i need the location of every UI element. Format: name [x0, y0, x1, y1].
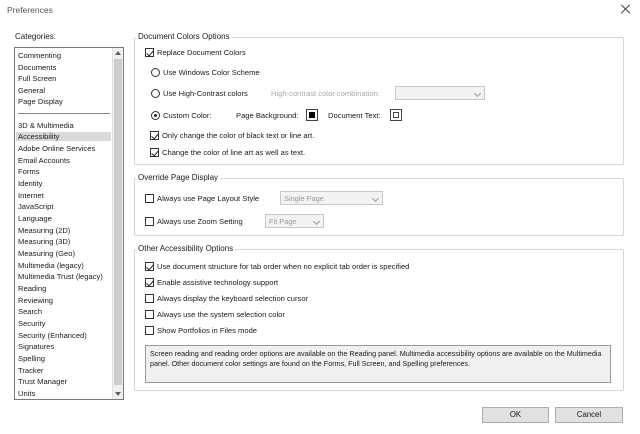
other-accessibility-title: Other Accessibility Options [136, 244, 236, 253]
category-item-multimedia-trust-legacy[interactable]: Multimedia Trust (legacy) [18, 272, 103, 281]
override-page-display-title: Override Page Display [136, 173, 221, 182]
category-item-units[interactable]: Units [18, 389, 35, 398]
high-contrast-combo-label: High-contrast color combination: [271, 89, 380, 98]
category-item-page-display[interactable]: Page Display [18, 97, 63, 106]
page-background-label: Page Background: [236, 111, 299, 120]
tab-order-label: Use document structure for tab order whe… [157, 262, 410, 271]
windows-color-scheme-label: Use Windows Color Scheme [163, 68, 260, 77]
category-item-identity[interactable]: Identity [18, 179, 42, 188]
high-contrast-label: Use High-Contrast colors [163, 89, 248, 98]
page-layout-select[interactable]: Single Page [280, 191, 383, 205]
tab-order-checkbox[interactable] [145, 262, 154, 271]
keyboard-cursor-label: Always display the keyboard selection cu… [157, 294, 309, 303]
document-colors-title: Document Colors Options [136, 32, 232, 41]
zoom-select[interactable]: Fit Page [265, 214, 324, 228]
category-item-adobe-online-services[interactable]: Adobe Online Services [18, 144, 95, 153]
categories-list[interactable]: Commenting Documents Full Screen General… [14, 47, 124, 400]
portfolios-files-mode-label: Show Portfolios in Files mode [157, 326, 258, 335]
category-item-email-accounts[interactable]: Email Accounts [18, 156, 70, 165]
cancel-button[interactable]: Cancel [555, 407, 623, 423]
category-item-security[interactable]: Security [18, 319, 45, 328]
zoom-checkbox[interactable] [145, 217, 154, 226]
page-layout-label: Always use Page Layout Style [157, 194, 260, 203]
document-text-label: Document Text: [328, 111, 381, 120]
category-item-signatures[interactable]: Signatures [18, 342, 54, 351]
category-item-documents[interactable]: Documents [18, 63, 56, 72]
scroll-up-icon[interactable] [115, 51, 121, 55]
category-item-forms[interactable]: Forms [18, 167, 40, 176]
system-selection-color-checkbox[interactable] [145, 310, 154, 319]
category-item-measuring-2d[interactable]: Measuring (2D) [18, 226, 70, 235]
category-item-measuring-geo[interactable]: Measuring (Geo) [18, 249, 75, 258]
custom-color-label: Custom Color: [163, 111, 212, 120]
zoom-label: Always use Zoom Setting [157, 217, 243, 226]
system-selection-color-label: Always use the system selection color [157, 310, 285, 319]
category-item-multimedia-legacy[interactable]: Multimedia (legacy) [18, 261, 84, 270]
category-item-commenting[interactable]: Commenting [18, 51, 61, 60]
scroll-down-icon[interactable] [115, 392, 121, 396]
category-separator [18, 113, 110, 114]
override-page-display-group [134, 178, 624, 236]
category-item-internet[interactable]: Internet [18, 191, 44, 200]
replace-document-colors-checkbox[interactable] [145, 48, 154, 57]
category-item-trust-manager[interactable]: Trust Manager [18, 377, 67, 386]
category-item-javascript[interactable]: JavaScript [18, 202, 53, 211]
close-icon[interactable] [620, 3, 632, 15]
categories-label: Categories: [15, 32, 56, 41]
category-item-reviewing[interactable]: Reviewing [18, 296, 53, 305]
ok-button[interactable]: OK [482, 407, 549, 423]
line-art-checkbox[interactable] [150, 148, 159, 157]
only-black-text-checkbox[interactable] [150, 131, 159, 140]
document-text-swatch[interactable] [390, 109, 402, 121]
category-item-search[interactable]: Search [18, 307, 42, 316]
scroll-thumb[interactable] [114, 59, 122, 385]
category-item-accessibility[interactable]: Accessibility [16, 132, 111, 141]
replace-document-colors-label: Replace Document Colors [157, 48, 246, 57]
line-art-label: Change the color of line art as well as … [162, 148, 306, 157]
page-layout-checkbox[interactable] [145, 194, 154, 203]
chevron-down-icon [312, 217, 321, 226]
page-layout-value: Single Page [284, 194, 324, 203]
portfolios-files-mode-checkbox[interactable] [145, 326, 154, 335]
category-item-tracker[interactable]: Tracker [18, 366, 43, 375]
category-item-measuring-3d[interactable]: Measuring (3D) [18, 237, 70, 246]
chevron-down-icon [371, 194, 380, 203]
zoom-value: Fit Page [269, 217, 297, 226]
category-item-security-enhanced[interactable]: Security (Enhanced) [18, 331, 87, 340]
categories-scrollbar[interactable] [112, 48, 123, 399]
page-background-color [309, 112, 315, 118]
accessibility-info-box: Screen reading and reading order options… [145, 345, 611, 383]
category-item-3d-multimedia[interactable]: 3D & Multimedia [18, 121, 74, 130]
category-item-spelling[interactable]: Spelling [18, 354, 45, 363]
document-text-color [393, 112, 399, 118]
chevron-down-icon [473, 89, 482, 98]
assistive-technology-checkbox[interactable] [145, 278, 154, 287]
windows-color-scheme-radio[interactable] [151, 68, 160, 77]
category-item-full-screen[interactable]: Full Screen [18, 74, 56, 83]
high-contrast-radio[interactable] [151, 89, 160, 98]
custom-color-radio[interactable] [151, 111, 160, 120]
assistive-technology-label: Enable assistive technology support [157, 278, 279, 287]
only-black-text-label: Only change the color of black text or l… [162, 131, 315, 140]
high-contrast-combo[interactable] [395, 86, 485, 100]
category-item-language[interactable]: Language [18, 214, 52, 223]
page-background-swatch[interactable] [306, 109, 318, 121]
category-item-general[interactable]: General [18, 86, 45, 95]
keyboard-cursor-checkbox[interactable] [145, 294, 154, 303]
category-item-reading[interactable]: Reading [18, 284, 46, 293]
window-title: Preferences [7, 5, 53, 15]
